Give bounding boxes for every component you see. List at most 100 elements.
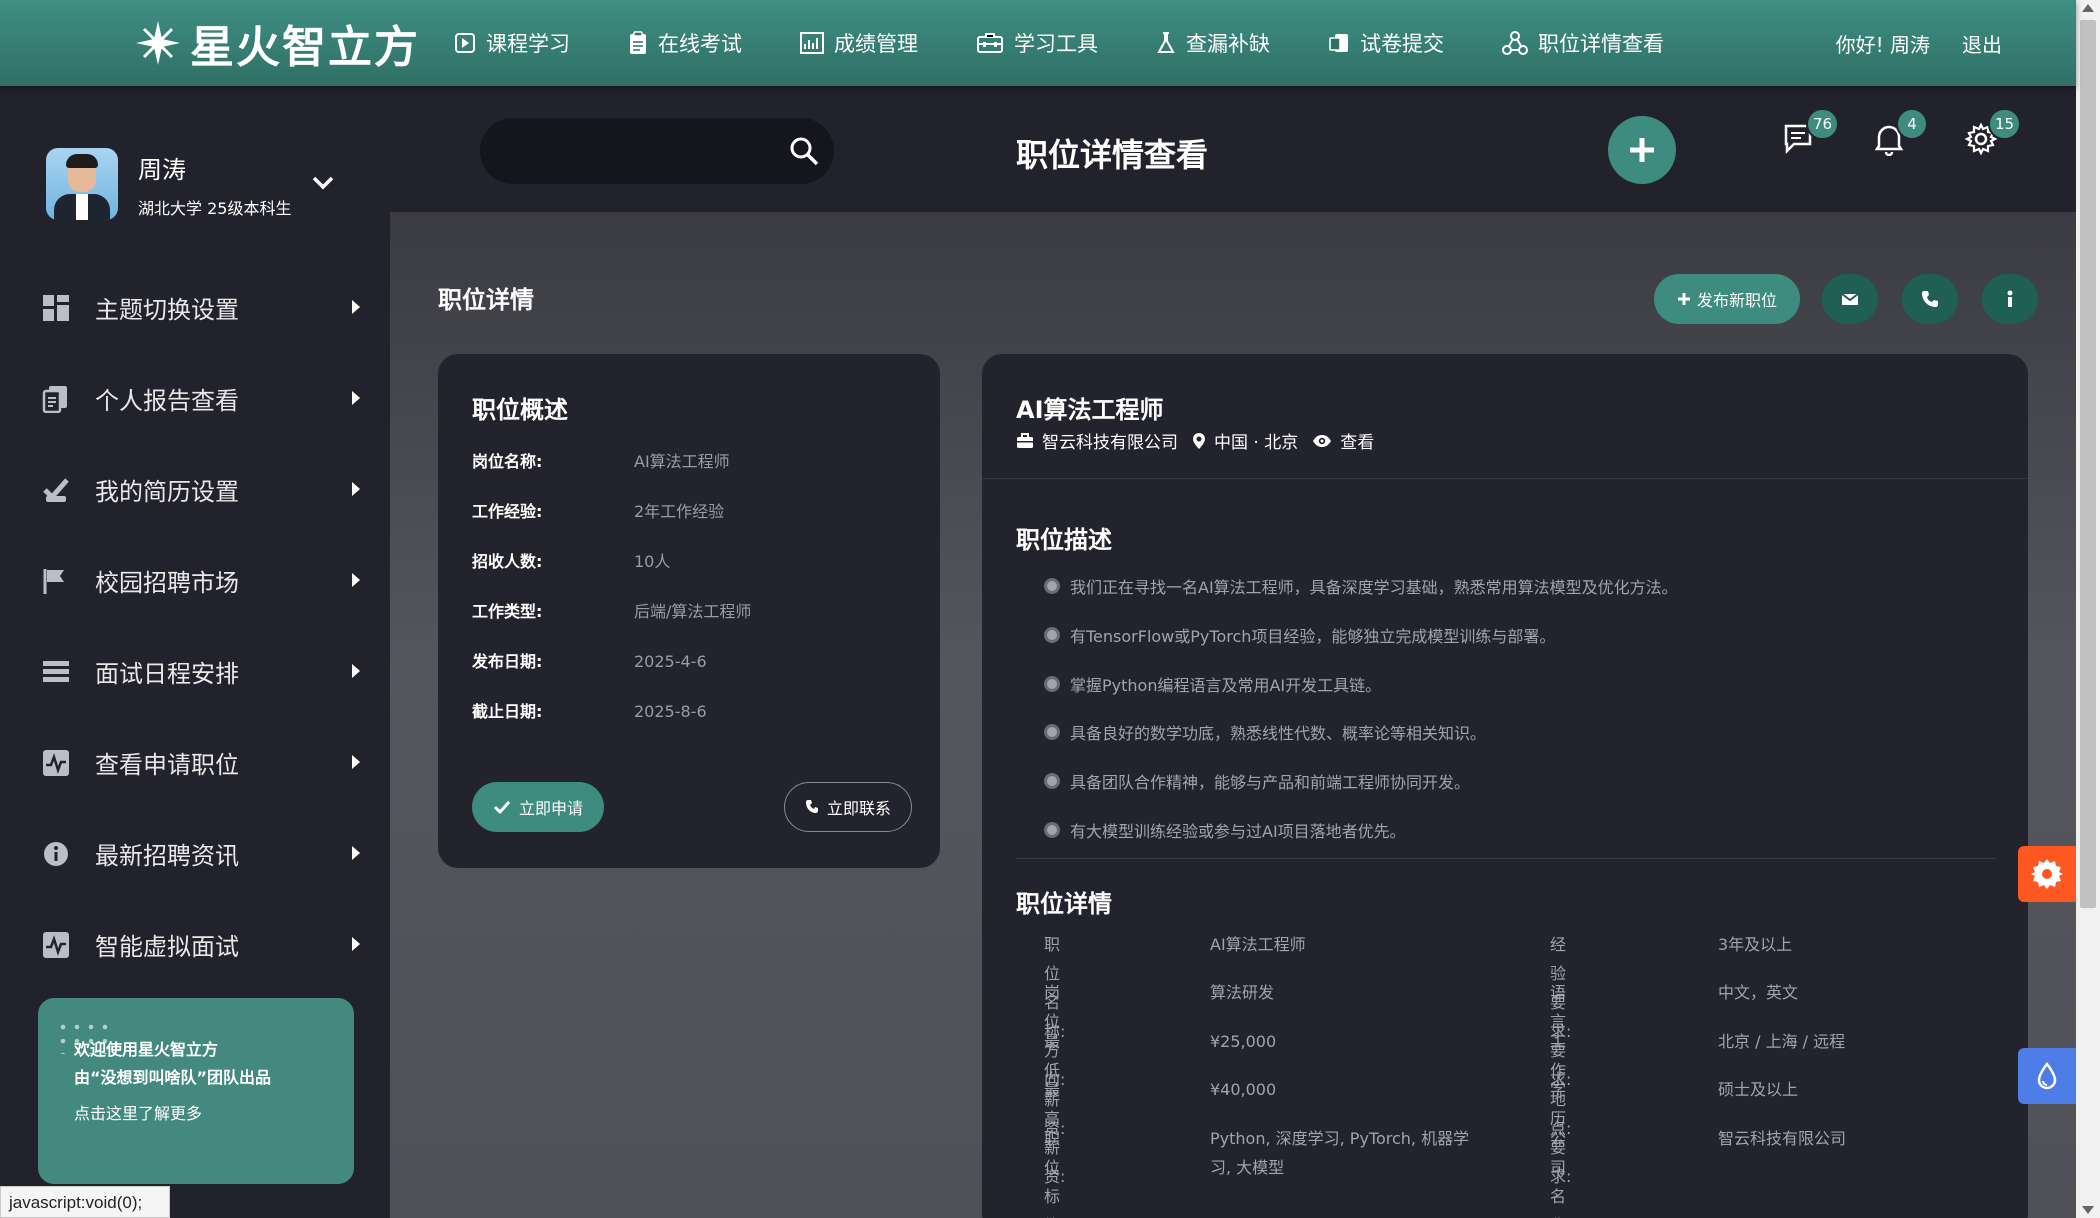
overview-key: 截止日期: (472, 702, 543, 721)
overview-row: 截止日期: 2025-8-6 (472, 698, 707, 722)
sidebar-item-theme[interactable]: 主题切换设置 (0, 262, 390, 353)
overview-title: 职位概述 (472, 396, 568, 424)
logout-link[interactable]: 退出 (1962, 29, 2002, 58)
sidebar-item-news[interactable]: 最新招聘资讯 (0, 808, 390, 899)
phone-call-icon (805, 799, 819, 815)
main-header: 职位详情查看 76 4 15 (390, 86, 2076, 212)
job-detail-card: AI算法工程师 智云科技有限公司 中国 · 北京 查看 职位描述 我们正在寻找一… (982, 354, 2028, 1218)
promo-subtitle: 由“没想到叫啥队”团队出品 (74, 1068, 272, 1087)
brand[interactable]: 星火智立方 (134, 11, 454, 75)
overview-key: 招收人数: (472, 552, 543, 571)
profile[interactable]: 周涛 湖北大学 25级本科生 (46, 148, 291, 220)
dashboard-icon (42, 294, 70, 322)
description-text: 具备团队合作精神，能够与产品和前端工程师协同开发。 (1070, 773, 1471, 793)
scroll-down-icon[interactable] (2082, 1206, 2094, 1214)
nav-item-tools[interactable]: 学习工具 (976, 28, 1098, 58)
divider (982, 478, 2028, 479)
promo-link[interactable]: 点击这里了解更多 (74, 1100, 354, 1124)
flask-icon (1156, 31, 1176, 55)
info-icon (2006, 290, 2014, 308)
sidebar-item-interview-schedule[interactable]: 面试日程安排 (0, 626, 390, 717)
messages-badge: 76 (1806, 108, 1840, 140)
top-navbar: 星火智立方 课程学习 在线考试 成绩管理 学习工具 查漏补缺 试卷提交 职位详情… (0, 0, 2076, 86)
search-icon[interactable] (788, 135, 820, 167)
overview-value: 后端/算法工程师 (634, 602, 752, 621)
search-input[interactable] (480, 118, 760, 184)
info-button[interactable] (1982, 274, 2038, 324)
sidebar-item-applications[interactable]: 查看申请职位 (0, 717, 390, 808)
description-text: 掌握Python编程语言及常用AI开发工具链。 (1070, 675, 1382, 695)
toolbox-icon (976, 32, 1004, 54)
info-value: Python, 深度学习, PyTorch, 机器学习, 大模型 (1210, 1129, 1470, 1177)
nav-item-job-detail[interactable]: 职位详情查看 (1502, 28, 1664, 58)
bullet-icon (1044, 724, 1060, 741)
sidebar-item-virtual-interview[interactable]: 智能虚拟面试 (0, 899, 390, 990)
nav-item-submit[interactable]: 试卷提交 (1328, 28, 1444, 58)
nav-label: 查漏补缺 (1186, 32, 1270, 56)
nav-label: 学习工具 (1014, 32, 1098, 56)
settings-button[interactable]: 15 (1964, 108, 2022, 156)
nav-item-grades[interactable]: 成绩管理 (800, 28, 918, 58)
browser-status-bar: javascript:void(0); (0, 1186, 170, 1218)
nav-label: 职位详情查看 (1538, 32, 1664, 56)
list-item: 我们正在寻找一名AI算法工程师，具备深度学习基础，熟悉常用算法模型及优化方法。 (1044, 562, 1678, 611)
briefcase-icon (1016, 432, 1034, 449)
user-area: 你好! 周涛 退出 (1836, 0, 2002, 86)
network-icon (1502, 31, 1528, 55)
caret-right-icon (352, 573, 360, 587)
info-key: 公司名称: (1550, 1129, 1571, 1218)
nav-item-courses[interactable]: 课程学习 (454, 28, 570, 58)
sidebar-menu: 主题切换设置 个人报告查看 我的简历设置 校园招聘市场 面试日程安排 查看申请职… (0, 262, 390, 990)
flag-icon (42, 567, 70, 595)
scrollbar-thumb[interactable] (2080, 20, 2096, 908)
overview-row: 岗位名称: AI算法工程师 (472, 448, 730, 472)
phone-button[interactable] (1902, 274, 1958, 324)
scroll-up-icon[interactable] (2082, 4, 2094, 12)
floating-settings-button[interactable] (2018, 846, 2076, 902)
messages-button[interactable]: 76 (1782, 108, 1840, 156)
info-value: 智云科技有限公司 (1718, 1129, 1847, 1148)
info-title: 职位详情 (1016, 890, 1112, 918)
caret-right-icon (352, 664, 360, 678)
play-square-icon (454, 32, 476, 54)
search-box (480, 118, 834, 184)
sidebar-item-report[interactable]: 个人报告查看 (0, 353, 390, 444)
description-text: 有大模型训练经验或参与过AI项目落地者优先。 (1070, 821, 1406, 841)
upload-doc-icon (1328, 32, 1350, 54)
brand-name: 星火智立方 (190, 22, 420, 73)
overview-value: AI算法工程师 (634, 452, 730, 471)
email-button[interactable] (1822, 274, 1878, 324)
documents-icon (42, 385, 70, 413)
caret-right-icon (352, 937, 360, 951)
publish-job-button[interactable]: 发布新职位 (1654, 274, 1800, 324)
list-icon (42, 660, 70, 684)
view-link[interactable]: 查看 (1340, 428, 1374, 453)
sidebar-item-recruitment[interactable]: 校园招聘市场 (0, 535, 390, 626)
bullet-icon (1044, 821, 1060, 838)
info-value: 北京 / 上海 / 远程 (1718, 1032, 1846, 1051)
overview-row: 工作类型: 后端/算法工程师 (472, 598, 751, 622)
nav-label: 在线考试 (658, 32, 742, 56)
contact-now-button[interactable]: 立即联系 (784, 782, 912, 832)
nav-item-exam[interactable]: 在线考试 (628, 28, 742, 58)
notifications-button[interactable]: 4 (1872, 108, 1928, 156)
overview-value: 2025-8-6 (634, 702, 707, 721)
sidebar-item-label: 我的简历设置 (95, 478, 239, 506)
sidebar-item-resume[interactable]: 我的简历设置 (0, 444, 390, 535)
apply-now-button[interactable]: 立即申请 (472, 782, 604, 832)
chevron-down-icon[interactable] (312, 176, 334, 190)
job-location: 中国 · 北京 (1214, 433, 1299, 453)
job-overview-card: 职位概述 岗位名称: AI算法工程师 工作经验: 2年工作经验 招收人数: 10人 工… (438, 354, 940, 868)
floating-theme-button[interactable] (2018, 1048, 2076, 1104)
content-area: 职位详情 发布新职位 职位概述 岗位名称: AI算法工程师 工作经验: 2年工作经验… (390, 212, 2076, 1218)
add-button[interactable] (1608, 116, 1676, 184)
list-item: 具备良好的数学功底，熟悉线性代数、概率论等相关知识。 (1044, 708, 1678, 757)
nav-item-review[interactable]: 查漏补缺 (1156, 28, 1270, 58)
description-title: 职位描述 (1016, 526, 1112, 554)
phone-icon (1921, 290, 1939, 308)
vertical-scrollbar[interactable] (2076, 0, 2100, 1218)
description-text: 我们正在寻找一名AI算法工程师，具备深度学习基础，熟悉常用算法模型及优化方法。 (1070, 578, 1678, 598)
description-text: 有TensorFlow或PyTorch项目经验，能够独立完成模型训练与部署。 (1070, 627, 1556, 647)
envelope-icon (1841, 292, 1859, 306)
gear-icon (2030, 857, 2064, 891)
